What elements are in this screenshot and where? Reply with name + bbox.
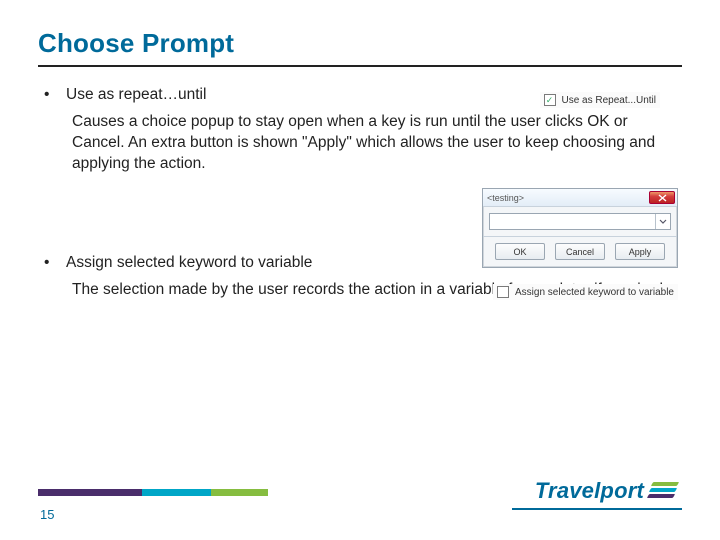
footer: 15 Travelport (0, 470, 720, 540)
apply-button: Apply (615, 243, 665, 260)
checkbox-label: Assign selected keyword to variable (515, 287, 674, 298)
brand-wordmark: Travelport (535, 478, 644, 504)
dialog-titlebar: <testing> (483, 189, 677, 207)
accent-bar (38, 489, 268, 496)
bullet-dot: • (38, 85, 66, 106)
dialog-button-row: OK Cancel Apply (483, 237, 677, 267)
brand-underline (512, 508, 682, 510)
bullet-dot: • (38, 253, 66, 274)
bullet-1-desc: Causes a choice popup to stay open when … (72, 112, 682, 175)
checkbox-label: Use as Repeat...Until (562, 95, 657, 106)
checkbox-icon (497, 286, 509, 298)
dialog-field (483, 207, 677, 234)
dialog-title: <testing> (487, 193, 524, 203)
checkbox-icon (544, 94, 556, 106)
figure-dialog: <testing> OK Cancel Apply (482, 188, 678, 268)
figure-checkbox-repeat-until: Use as Repeat...Until (540, 92, 661, 108)
close-icon (649, 191, 675, 204)
figure-checkbox-assign-variable: Assign selected keyword to variable (493, 284, 678, 300)
combobox (489, 213, 671, 230)
ok-button: OK (495, 243, 545, 260)
page-number: 15 (40, 507, 54, 522)
brand-mark-icon (648, 481, 682, 501)
page-title: Choose Prompt (38, 28, 682, 59)
slide: Choose Prompt • Use as repeat…until Caus… (0, 0, 720, 540)
title-underline (38, 65, 682, 67)
chevron-down-icon (655, 214, 670, 229)
cancel-button: Cancel (555, 243, 605, 260)
brand-logo: Travelport (535, 478, 682, 504)
